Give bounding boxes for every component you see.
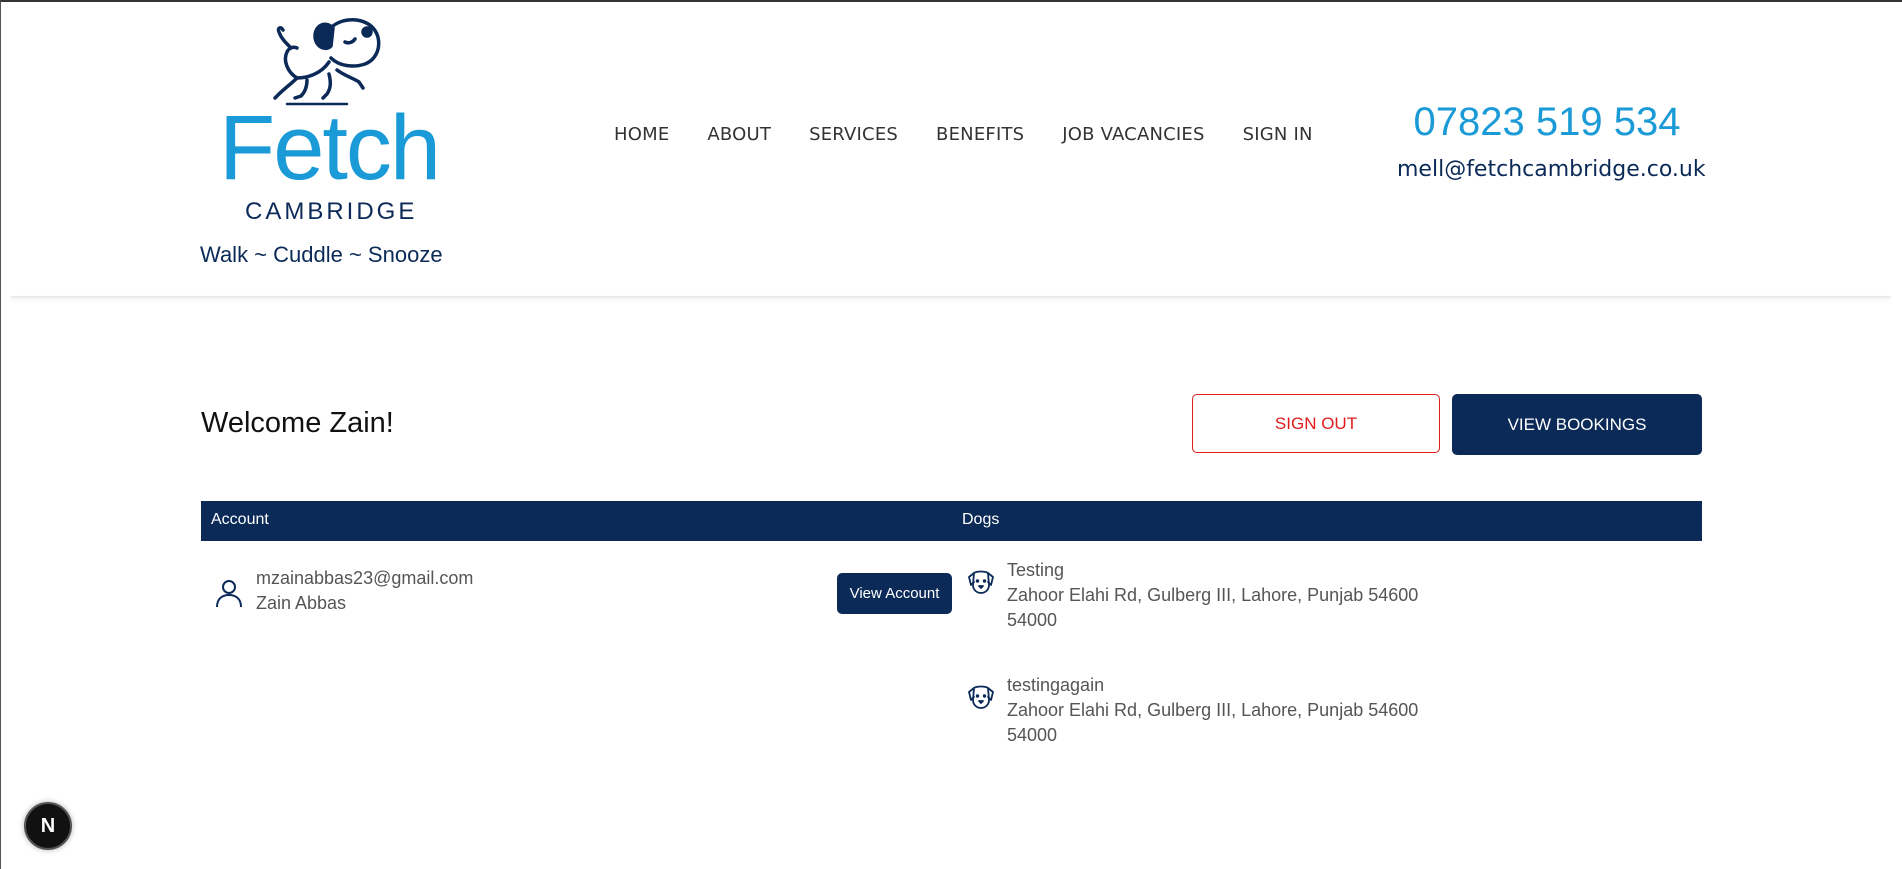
site-header: Fetch CAMBRIDGE Walk ~ Cuddle ~ Snooze H… <box>1 2 1902 298</box>
column-header-dogs: Dogs <box>962 511 1000 528</box>
view-account-button[interactable]: View Account <box>837 573 952 614</box>
view-bookings-button[interactable]: VIEW BOOKINGS <box>1452 394 1702 455</box>
welcome-heading: Welcome Zain! <box>201 407 394 439</box>
nav-about[interactable]: ABOUT <box>707 124 771 145</box>
nav-sign-in[interactable]: SIGN IN <box>1243 124 1313 145</box>
dog-face-icon <box>968 570 994 594</box>
dog-logo-icon <box>273 18 381 106</box>
table-header: Account Dogs <box>201 501 1702 541</box>
header-divider <box>11 296 1891 298</box>
dog-face-icon <box>968 685 994 709</box>
nav-job-vacancies[interactable]: JOB VACANCIES <box>1062 124 1204 145</box>
email-link[interactable]: mell@fetchcambridge.co.uk <box>1397 157 1706 182</box>
sign-out-button[interactable]: SIGN OUT <box>1192 394 1440 453</box>
dog-name: Testing <box>1007 560 1065 580</box>
dog-details: testingagain Zahoor Elahi Rd, Gulberg II… <box>1007 673 1418 748</box>
nav-services[interactable]: SERVICES <box>809 124 898 145</box>
phone-link[interactable]: 07823 519 534 <box>1397 100 1697 145</box>
dog-address: Zahoor Elahi Rd, Gulberg III, Lahore, Pu… <box>1007 700 1419 720</box>
nav-home[interactable]: HOME <box>614 124 669 145</box>
user-icon <box>216 580 242 608</box>
dev-tools-badge[interactable]: N <box>24 802 72 850</box>
main-nav: HOME ABOUT SERVICES BENEFITS JOB VACANCI… <box>614 124 1351 145</box>
logo-city-text: CAMBRIDGE <box>245 198 418 225</box>
column-header-account: Account <box>211 511 269 528</box>
logo-tagline: Walk ~ Cuddle ~ Snooze <box>200 242 443 267</box>
dog-name: testingagain <box>1007 675 1105 695</box>
dog-postcode: 54000 <box>1007 725 1058 745</box>
logo-brand-text: Fetch <box>219 97 441 199</box>
dog-postcode: 54000 <box>1007 610 1058 630</box>
site-logo[interactable]: Fetch CAMBRIDGE Walk ~ Cuddle ~ Snooze <box>197 10 457 270</box>
dog-address: Zahoor Elahi Rd, Gulberg III, Lahore, Pu… <box>1007 585 1419 605</box>
nav-benefits[interactable]: BENEFITS <box>936 124 1024 145</box>
account-name: Zain Abbas <box>256 593 347 613</box>
dog-details: Testing Zahoor Elahi Rd, Gulberg III, La… <box>1007 558 1418 633</box>
account-email: mzainabbas23@gmail.com <box>256 568 474 588</box>
contact-block: 07823 519 534 mell@fetchcambridge.co.uk <box>1397 100 1706 182</box>
